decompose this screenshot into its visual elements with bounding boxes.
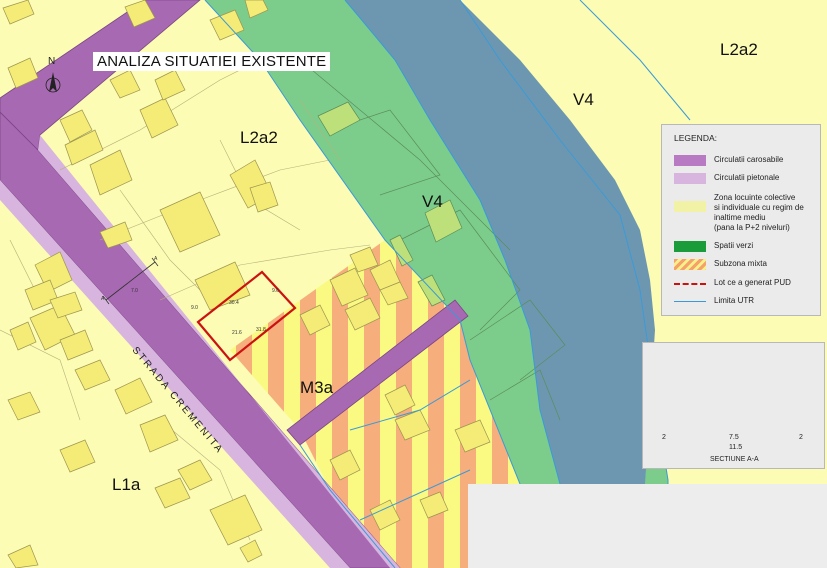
zone-label-v4-center: V4 [422,192,443,211]
legend-item-circulatii-pietonale: Circulatii pietonale [674,173,826,184]
zone-label-l1a: L1a [112,475,141,494]
legend-item-zona-locuinte: Zona locuinte colective si individuale c… [674,193,826,233]
section-dim-left: 2 [662,434,666,441]
legend-swatch-lot-icon [674,283,706,285]
zone-label-v4-river: V4 [573,90,594,109]
section-marker-a-right: A [154,256,158,262]
legend-item-lot-pud: Lot ce a generat PUD [674,278,826,288]
section-dim-right: 2 [799,434,803,441]
lot-dimension-right: 9.6 [272,288,279,294]
zone-label-m3a: M3a [300,378,334,397]
legend-title: LEGENDA: [674,133,717,143]
map-canvas: ANALIZA SITUATIEI EXISTENTE N L2a2 L2a2 … [0,0,827,568]
legend: LEGENDA: Circulatii carosabile Circulati… [661,124,821,316]
lot-dimension-top: 30.4 [229,300,239,306]
legend-swatch-mixed-icon [674,259,706,270]
width-note: 7.0 [131,288,138,294]
section-title: SECTIUNE A-A [710,456,759,463]
section-marker-a-left: A [101,296,105,302]
lot-area-label: 21.6 [232,330,242,336]
zone-label-l2a2-top: L2a2 [720,40,758,59]
legend-swatch-green-icon [674,241,706,252]
legend-swatch-utr-icon [674,301,706,302]
section-dim-center: 7.5 [729,434,739,441]
legend-swatch-pedestrian-icon [674,173,706,184]
section-dim-total: 11.5 [729,444,743,451]
legend-item-spatii-verzi: Spatii verzi [674,241,826,252]
zone-label-l2a2-center: L2a2 [240,128,278,147]
legend-swatch-residential-icon [674,201,706,212]
legend-item-circulatii-carosabile: Circulatii carosabile [674,155,826,166]
blank-panel [468,484,827,568]
lot-dimension-bottom: 31.8 [256,327,266,333]
legend-swatch-road-icon [674,155,706,166]
map-title: ANALIZA SITUATIEI EXISTENTE [93,52,331,71]
legend-item-limita-utr: Limita UTR [674,296,826,306]
north-label: N [48,56,56,67]
lot-dimension-left: 9.0 [191,305,198,311]
legend-item-subzona-mixta: Subzona mixta [674,259,826,270]
